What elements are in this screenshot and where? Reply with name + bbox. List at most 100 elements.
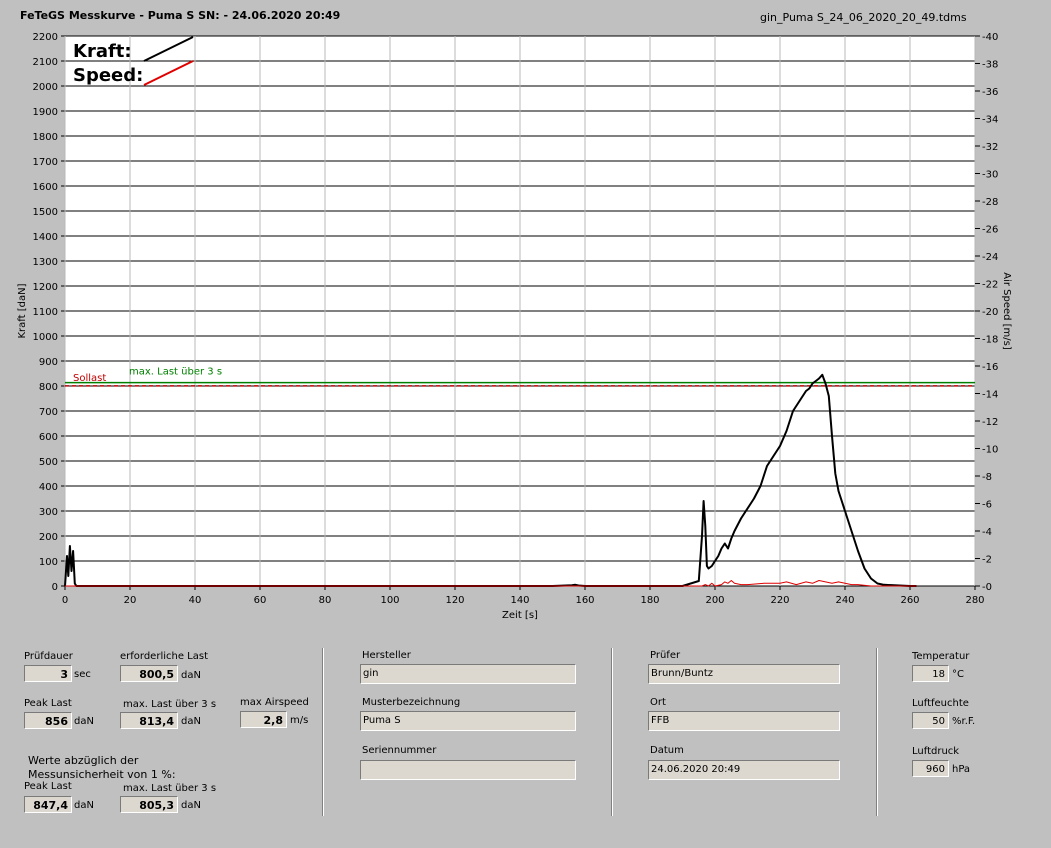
werte-line1: Werte abzüglich der <box>28 754 139 767</box>
erf-last-unit: daN <box>181 670 201 681</box>
y2-tick-label: -30 <box>982 170 998 181</box>
y-tick-label: 800 <box>39 382 58 393</box>
y-tick-label: 1400 <box>33 232 58 243</box>
max-airspeed-value: 2,8 <box>240 711 287 728</box>
y-tick-label: 1300 <box>33 257 58 268</box>
y-tick-label: 1900 <box>33 107 58 118</box>
max-last-label: max. Last über 3 s <box>123 699 217 710</box>
werte-line2: Messunsicherheit von 1 %: <box>28 768 176 781</box>
y2-tick-label: -14 <box>982 390 998 401</box>
peak-last2-unit: daN <box>74 800 94 811</box>
max-airspeed-unit: m/s <box>290 715 309 726</box>
x-tick-label: 220 <box>770 595 789 606</box>
y-tick-label: 300 <box>39 507 58 518</box>
y-tick-label: 1200 <box>33 282 58 293</box>
y2-tick-label: -18 <box>982 335 998 346</box>
y-tick-label: 1800 <box>33 132 58 143</box>
max-last-unit: daN <box>181 716 201 727</box>
y2-tick-label: -6 <box>982 500 992 511</box>
hersteller-field[interactable]: gin <box>360 664 576 684</box>
x-tick-label: 60 <box>254 595 267 606</box>
y2-tick-label: -34 <box>982 115 998 126</box>
max-last2-unit: daN <box>181 800 201 811</box>
y-tick-label: 100 <box>39 557 58 568</box>
y-tick-label: 500 <box>39 457 58 468</box>
x-tick-label: 160 <box>575 595 594 606</box>
serien-field[interactable] <box>360 760 576 780</box>
x-tick-label: 140 <box>510 595 529 606</box>
y-tick-label: 1100 <box>33 307 58 318</box>
y2-tick-label: -22 <box>982 280 998 291</box>
y2-tick-label: -24 <box>982 252 998 263</box>
pruefdauer-unit: sec <box>74 669 91 680</box>
y-tick-label: 600 <box>39 432 58 443</box>
peak-last-unit: daN <box>74 716 94 727</box>
peak-last-label: Peak Last <box>24 698 72 709</box>
datum-label: Datum <box>650 745 684 756</box>
y-tick-label: 0 <box>52 582 58 593</box>
peak-last-value: 856 <box>24 712 72 729</box>
temp-value: 18 <box>912 665 949 682</box>
datum-field[interactable]: 24.06.2020 20:49 <box>648 760 840 780</box>
y2-tick-label: -20 <box>982 307 998 318</box>
y2-tick-label: -4 <box>982 527 992 538</box>
serien-label: Seriennummer <box>362 745 437 756</box>
y2-tick-label: -8 <box>982 472 992 483</box>
ort-label: Ort <box>650 697 666 708</box>
feuchte-label: Luftfeuchte <box>912 698 969 709</box>
ort-field[interactable]: FFB <box>648 711 840 731</box>
y2-tick-label: -12 <box>982 417 998 428</box>
temp-label: Temperatur <box>912 651 970 662</box>
y2-axis-label: Air Speed [m/s] <box>1001 272 1012 350</box>
erf-last-value: 800,5 <box>120 665 178 682</box>
y-tick-label: 1600 <box>33 182 58 193</box>
y-axis-label: Kraft [daN] <box>17 283 28 338</box>
x-axis-label: Zeit [s] <box>502 610 538 621</box>
y2-tick-label: -38 <box>982 60 998 71</box>
y-tick-label: 1500 <box>33 207 58 218</box>
separator-2 <box>611 648 613 816</box>
y2-tick-label: -0 <box>982 582 992 593</box>
erf-last-label: erforderliche Last <box>120 651 209 662</box>
y-tick-label: 900 <box>39 357 58 368</box>
y-tick-label: 700 <box>39 407 58 418</box>
temp-unit: °C <box>952 669 964 680</box>
x-tick-label: 40 <box>189 595 202 606</box>
max-last-line-label: max. Last über 3 s <box>129 367 222 378</box>
legend-label: Speed: <box>73 65 143 86</box>
y-tick-label: 2000 <box>33 82 58 93</box>
druck-unit: hPa <box>952 764 971 775</box>
muster-field[interactable]: Puma S <box>360 711 576 731</box>
y2-tick-label: -32 <box>982 142 998 153</box>
max-last2-value: 805,3 <box>120 796 178 813</box>
pruefer-field[interactable]: Brunn/Buntz <box>648 664 840 684</box>
druck-value: 960 <box>912 760 949 777</box>
y2-tick-label: -36 <box>982 87 998 98</box>
x-tick-label: 180 <box>640 595 659 606</box>
legend-label: Kraft: <box>73 41 132 62</box>
pruefdauer-label: Prüfdauer <box>24 651 73 662</box>
y-tick-label: 1700 <box>33 157 58 168</box>
y-tick-label: 2200 <box>33 32 58 43</box>
separator-1 <box>322 648 324 816</box>
hersteller-label: Hersteller <box>362 650 411 661</box>
x-tick-label: 280 <box>965 595 984 606</box>
pruefer-label: Prüfer <box>650 650 681 661</box>
x-tick-label: 20 <box>124 595 137 606</box>
max-last2-label: max. Last über 3 s <box>123 783 217 794</box>
peak-last2-value: 847,4 <box>24 796 72 813</box>
y2-tick-label: -28 <box>982 197 998 208</box>
druck-label: Luftdruck <box>912 746 960 757</box>
muster-label: Musterbezeichnung <box>362 697 461 708</box>
x-tick-label: 240 <box>835 595 854 606</box>
y2-tick-label: -40 <box>982 32 998 43</box>
x-tick-label: 200 <box>705 595 724 606</box>
x-tick-label: 100 <box>380 595 399 606</box>
y2-tick-label: -10 <box>982 445 998 456</box>
y2-tick-label: -26 <box>982 225 998 236</box>
peak-last2-label: Peak Last <box>24 781 72 792</box>
x-tick-label: 0 <box>62 595 68 606</box>
feuchte-value: 50 <box>912 712 949 729</box>
y-tick-label: 200 <box>39 532 58 543</box>
max-airspeed-label: max Airspeed <box>240 697 309 708</box>
